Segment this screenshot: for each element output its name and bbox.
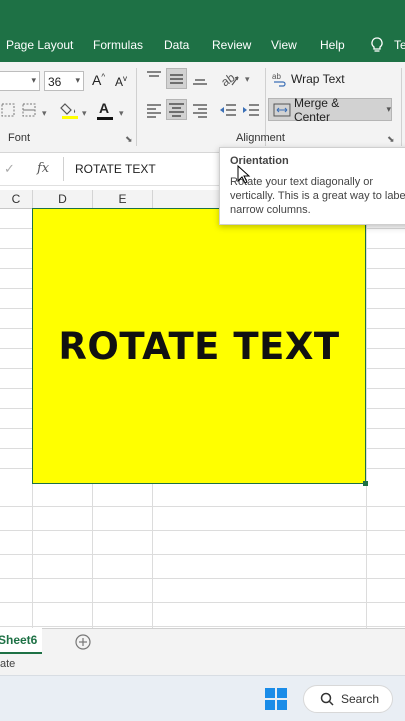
- decrease-indent-icon[interactable]: [219, 102, 237, 123]
- font-size-value: 36: [48, 75, 62, 89]
- column-header-d[interactable]: D: [33, 190, 93, 209]
- wrap-text-label: Wrap Text: [291, 72, 345, 86]
- merged-cell-text: ROTATE TEXT: [58, 324, 340, 368]
- chevron-down-icon[interactable]: ▾: [119, 108, 124, 119]
- taskbar-search-box[interactable]: Search: [303, 685, 393, 713]
- ribbon: ▾ 36 ▾ A^ Av ▾ ▾ A ▾ Font ⬊ ab ▾ ab Wrap…: [0, 62, 405, 153]
- font-size-dropdown[interactable]: 36 ▾: [44, 71, 84, 91]
- wrap-text-icon: ab: [272, 72, 286, 87]
- bottom-align-icon[interactable]: [192, 70, 208, 93]
- windows-start-icon[interactable]: [265, 688, 287, 715]
- increase-indent-icon[interactable]: [242, 102, 260, 123]
- alignment-group-label: Alignment: [236, 132, 285, 144]
- gridline: [0, 626, 405, 627]
- column-header-c[interactable]: C: [0, 190, 33, 209]
- sheet-tab-label: Sheet6: [0, 633, 38, 647]
- ribbon-tab-bar: Page Layout Formulas Data Review View He…: [0, 0, 405, 62]
- search-label: Search: [341, 692, 380, 706]
- formula-content: ROTATE TEXT: [75, 162, 156, 176]
- tab-formulas[interactable]: Formulas: [93, 38, 143, 52]
- cancel-icon[interactable]: ✓: [4, 161, 15, 177]
- font-group-label: Font: [8, 132, 31, 144]
- font-name-dropdown[interactable]: ▾: [0, 71, 40, 91]
- tooltip-body: Rotate your text diagonally or verticall…: [230, 176, 405, 216]
- dialog-launcher-icon[interactable]: ⬊: [125, 134, 133, 145]
- gridline: [0, 506, 405, 507]
- align-center-icon[interactable]: [166, 99, 187, 120]
- fill-handle[interactable]: [363, 481, 368, 486]
- top-align-icon[interactable]: [146, 70, 162, 89]
- orientation-icon[interactable]: ab: [218, 69, 246, 94]
- font-color-swatch: [97, 117, 113, 120]
- lightbulb-icon[interactable]: [370, 37, 384, 58]
- chevron-down-icon: ▾: [31, 75, 36, 85]
- wrap-text-button[interactable]: ab Wrap Text: [272, 71, 345, 87]
- gridline: [0, 530, 405, 531]
- fill-color-icon[interactable]: [60, 100, 80, 125]
- tab-tell-me[interactable]: Te: [394, 38, 405, 52]
- merge-center-button[interactable]: Merge & Center ▾: [268, 95, 392, 124]
- middle-align-icon[interactable]: [166, 68, 187, 89]
- tab-view[interactable]: View: [271, 38, 297, 52]
- status-text: ate: [0, 658, 16, 670]
- sheet-tab-bar: Sheet6: [0, 628, 405, 656]
- chevron-down-icon: ▾: [386, 104, 391, 114]
- align-right-icon[interactable]: [192, 102, 208, 123]
- taskbar: Search: [0, 675, 405, 721]
- tab-help[interactable]: Help: [320, 38, 345, 52]
- group-separator: [401, 68, 402, 146]
- chevron-down-icon[interactable]: ▾: [245, 74, 250, 85]
- tab-page-layout[interactable]: Page Layout: [6, 38, 73, 52]
- insert-function-button[interactable]: fx: [37, 161, 49, 176]
- borders-icon[interactable]: [20, 102, 40, 125]
- gridline: [0, 554, 405, 555]
- column-header-e[interactable]: E: [93, 190, 153, 209]
- group-separator: [136, 68, 137, 146]
- align-left-icon[interactable]: [146, 102, 162, 123]
- borders-icon[interactable]: [0, 102, 18, 125]
- merge-center-label: Merge & Center: [293, 95, 340, 124]
- decrease-font-size-button[interactable]: Av: [115, 74, 127, 89]
- svg-text:ab: ab: [272, 72, 281, 81]
- worksheet-grid[interactable]: C D E ROTATE TEXT: [0, 190, 405, 630]
- tab-data[interactable]: Data: [164, 38, 189, 52]
- mouse-cursor-icon: [237, 164, 251, 190]
- increase-font-size-button[interactable]: A^: [92, 72, 105, 88]
- gridline: [0, 578, 405, 579]
- chevron-down-icon[interactable]: ▾: [82, 108, 87, 119]
- status-bar: ate: [0, 655, 405, 675]
- dialog-launcher-icon[interactable]: ⬊: [387, 134, 395, 145]
- svg-text:ab: ab: [220, 70, 238, 89]
- gridline: [0, 602, 405, 603]
- merge-center-icon: [273, 103, 291, 116]
- search-icon: [320, 692, 334, 706]
- add-sheet-icon[interactable]: [74, 633, 92, 656]
- gridline: [366, 208, 367, 630]
- sheet-tab-active[interactable]: Sheet6: [0, 628, 42, 654]
- chevron-down-icon[interactable]: ▾: [42, 108, 47, 119]
- merged-cell[interactable]: ROTATE TEXT: [32, 208, 366, 484]
- chevron-down-icon: ▾: [75, 75, 80, 85]
- tab-review[interactable]: Review: [212, 38, 251, 52]
